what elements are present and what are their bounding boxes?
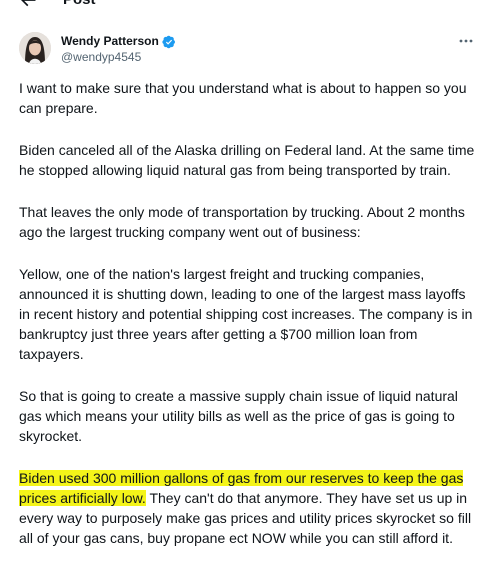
page-title: Post	[63, 0, 96, 10]
avatar[interactable]	[19, 32, 51, 64]
post-paragraph-6: Biden used 300 million gallons of gas fr…	[19, 468, 479, 548]
author-row: Wendy Patterson @wendyp4545	[19, 32, 474, 72]
post-paragraph-1: I want to make sure that you understand …	[19, 80, 467, 116]
post-paragraph-3: That leaves the only mode of transportat…	[19, 204, 465, 240]
post-paragraph-4: Yellow, one of the nation's largest frei…	[19, 266, 473, 362]
author-name[interactable]: Wendy Patterson	[61, 34, 159, 49]
avatar-image	[19, 32, 51, 64]
post-paragraph-5: So that is going to create a massive sup…	[19, 388, 458, 444]
post-paragraph-2: Biden canceled all of the Alaska drillin…	[19, 142, 475, 178]
verified-badge-icon	[162, 35, 175, 48]
post-text: I want to make sure that you understand …	[19, 78, 479, 570]
more-options-icon[interactable]	[458, 34, 474, 48]
post-header: Post	[0, 0, 485, 14]
author-name-line: Wendy Patterson	[61, 34, 176, 49]
author-handle[interactable]: @wendyp4545	[61, 50, 141, 65]
back-arrow-icon[interactable]	[18, 0, 38, 10]
